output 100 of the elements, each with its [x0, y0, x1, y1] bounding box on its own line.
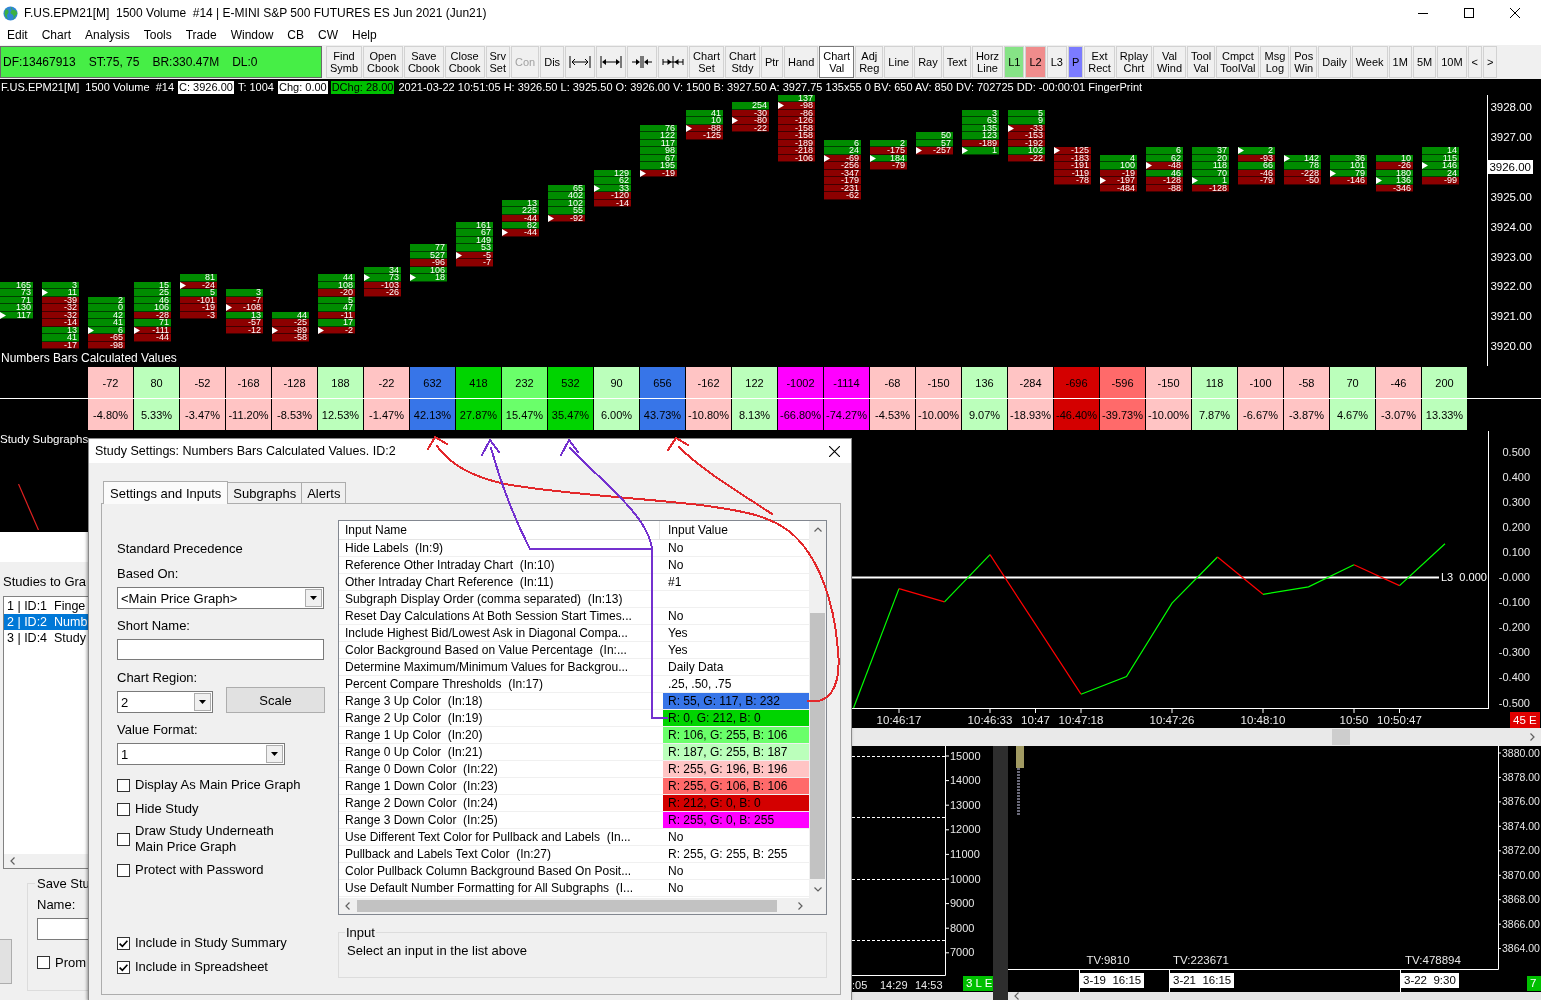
- menu-item[interactable]: CB: [280, 27, 311, 44]
- column-header[interactable]: Input Value: [660, 521, 809, 539]
- scroll-thumb[interactable]: [1332, 729, 1350, 745]
- toolbar-button[interactable]: Find Symb: [326, 46, 363, 78]
- checkbox-label[interactable]: Protect with Password: [135, 862, 264, 878]
- checkbox-label[interactable]: Include in Spreadsheet: [135, 959, 268, 975]
- input-value-cell[interactable]: No: [660, 880, 809, 896]
- toolbar-button[interactable]: L2: [1025, 46, 1046, 78]
- color-value-cell[interactable]: R: 0, G: 212, B: 0: [663, 710, 809, 726]
- input-value-cell[interactable]: Daily Data: [660, 659, 809, 675]
- toolbar-button[interactable]: Ptr: [760, 46, 783, 78]
- input-value-cell[interactable]: .25, .50, .75: [660, 676, 809, 692]
- checkbox[interactable]: [37, 956, 50, 969]
- toolbar-button[interactable]: Daily: [1318, 46, 1351, 78]
- toolbar-button[interactable]: Cmpct ToolVal: [1216, 46, 1260, 78]
- input-name-cell[interactable]: Color Background Based on Value Percentage (In:...: [339, 642, 660, 658]
- tab[interactable]: Alerts: [301, 482, 347, 503]
- toolbar-button[interactable]: [658, 46, 689, 78]
- toolbar-button[interactable]: Text: [942, 46, 971, 78]
- color-value-cell[interactable]: R: 187, G: 255, B: 187: [663, 744, 809, 760]
- toolbar-button[interactable]: Chart Val: [819, 46, 855, 78]
- dropdown[interactable]: <Main Price Graph>: [117, 587, 324, 609]
- input-value-cell[interactable]: No: [660, 608, 809, 624]
- toolbar-button[interactable]: [596, 46, 627, 78]
- horizontal-scrollbar[interactable]: [1008, 992, 1541, 1000]
- input-name-cell[interactable]: Determine Maximum/Minimum Values for Backgrou...: [339, 659, 660, 675]
- toolbar-button[interactable]: >: [1483, 46, 1498, 78]
- input-name-cell[interactable]: Color Pullback Column Background Based On Posit...: [339, 863, 660, 879]
- input-name-cell[interactable]: Range 3 Up Color (In:18): [339, 693, 660, 709]
- toolbar-button[interactable]: Close Cbook: [444, 46, 485, 78]
- toolbar-button[interactable]: Tool Val: [1187, 46, 1216, 78]
- menu-item[interactable]: Window: [223, 27, 281, 44]
- checkbox-label[interactable]: Prom: [55, 955, 87, 970]
- toolbar-button[interactable]: Val Wind: [1152, 46, 1187, 78]
- input-name-cell[interactable]: Use Default Number Formatting for All Subgraphs (I...: [339, 880, 660, 896]
- checkbox[interactable]: [117, 936, 130, 950]
- toolbar-button[interactable]: Save Cbook: [403, 46, 444, 78]
- scale-button[interactable]: Scale: [226, 687, 325, 713]
- text-field[interactable]: [117, 639, 324, 660]
- checkbox[interactable]: [117, 802, 130, 816]
- input-name-cell[interactable]: Subgraph Display Order (comma separated) (In:13): [339, 591, 660, 607]
- toolbar-button[interactable]: Chart Set: [689, 46, 724, 78]
- toolbar-button[interactable]: Horz Line: [971, 46, 1004, 78]
- checkbox[interactable]: [117, 778, 130, 792]
- menu-item[interactable]: CW: [311, 27, 345, 44]
- toolbar-button[interactable]: L3: [1046, 46, 1067, 78]
- input-value-cell[interactable]: R: 255, G: 255, B: 255: [660, 846, 809, 862]
- checkbox[interactable]: [117, 960, 130, 974]
- toolbar-button[interactable]: Pos Win: [1290, 46, 1318, 78]
- color-value-cell[interactable]: R: 255, G: 106, B: 106: [663, 778, 809, 794]
- input-value-cell[interactable]: No: [660, 829, 809, 845]
- input-name-cell[interactable]: Include Highest Bid/Lowest Ask in Diagonal Compa...: [339, 625, 660, 641]
- toolbar-button[interactable]: Line: [884, 46, 914, 78]
- input-name-cell[interactable]: Range 0 Down Color (In:22): [339, 761, 660, 777]
- menu-item[interactable]: Chart: [34, 27, 79, 44]
- color-value-cell[interactable]: R: 55, G: 117, B: 232: [663, 693, 809, 709]
- color-value-cell[interactable]: R: 212, G: 0, B: 0: [663, 795, 809, 811]
- input-value-cell[interactable]: No: [660, 540, 809, 556]
- scroll-thumb[interactable]: [357, 900, 777, 912]
- input-name-cell[interactable]: Range 2 Up Color (In:19): [339, 710, 660, 726]
- toolbar-button[interactable]: Chart Stdy: [725, 46, 760, 78]
- input-value-cell[interactable]: No: [660, 557, 809, 573]
- toolbar-button[interactable]: Week: [1351, 46, 1388, 78]
- list-item[interactable]: 3 | ID:4 Study: [4, 630, 88, 646]
- horizontal-scrollbar[interactable]: [4, 854, 88, 868]
- input-name-cell[interactable]: Use Different Text Color for Pullback and Labels (In...: [339, 829, 660, 845]
- toolbar-button[interactable]: Open Cbook: [363, 46, 403, 78]
- list-item[interactable]: 1 | ID:1 Finge: [4, 598, 88, 614]
- toolbar-button[interactable]: 5M: [1412, 46, 1437, 78]
- input-value-cell[interactable]: No: [660, 863, 809, 879]
- input-value-cell[interactable]: #1: [660, 574, 809, 590]
- list-item[interactable]: 2 | ID:2 Numb: [4, 614, 88, 630]
- input-value-cell[interactable]: Yes: [660, 642, 809, 658]
- checkbox-label[interactable]: Display As Main Price Graph: [135, 777, 301, 793]
- input-name-cell[interactable]: Range 2 Down Color (In:24): [339, 795, 660, 811]
- input-name-cell[interactable]: Range 1 Down Color (In:23): [339, 778, 660, 794]
- toolbar-button[interactable]: Msg Log: [1260, 46, 1290, 78]
- toolbar-button[interactable]: P: [1067, 46, 1084, 78]
- toolbar-button[interactable]: L1: [1004, 46, 1025, 78]
- input-name-cell[interactable]: Other Intraday Chart Reference (In:11): [339, 574, 660, 590]
- dropdown[interactable]: 2: [117, 691, 213, 713]
- toolbar-button[interactable]: Adj Reg: [855, 46, 884, 78]
- menu-item[interactable]: Analysis: [78, 27, 137, 44]
- color-value-cell[interactable]: R: 106, G: 255, B: 106: [663, 727, 809, 743]
- scroll-thumb[interactable]: [810, 613, 825, 879]
- horizontal-scrollbar[interactable]: [852, 992, 993, 1000]
- horizontal-scrollbar[interactable]: [852, 728, 1541, 746]
- toolbar-button[interactable]: 10M: [1437, 46, 1467, 78]
- toolbar-button[interactable]: Srv Set: [485, 46, 510, 78]
- toolbar-button[interactable]: Ext Rect: [1084, 46, 1115, 78]
- dropdown[interactable]: 1: [117, 743, 285, 765]
- toolbar-button[interactable]: Dis: [540, 46, 565, 78]
- input-name-cell[interactable]: Percent Compare Thresholds (In:17): [339, 676, 660, 692]
- text-field[interactable]: [37, 918, 88, 940]
- horizontal-scrollbar[interactable]: [339, 898, 809, 914]
- checkbox-label[interactable]: Draw Study Underneath Main Price Graph: [135, 823, 274, 855]
- toolbar-button[interactable]: Ray: [914, 46, 942, 78]
- menu-item[interactable]: Help: [345, 27, 384, 44]
- input-value-cell[interactable]: Yes: [660, 625, 809, 641]
- checkbox[interactable]: [117, 863, 130, 877]
